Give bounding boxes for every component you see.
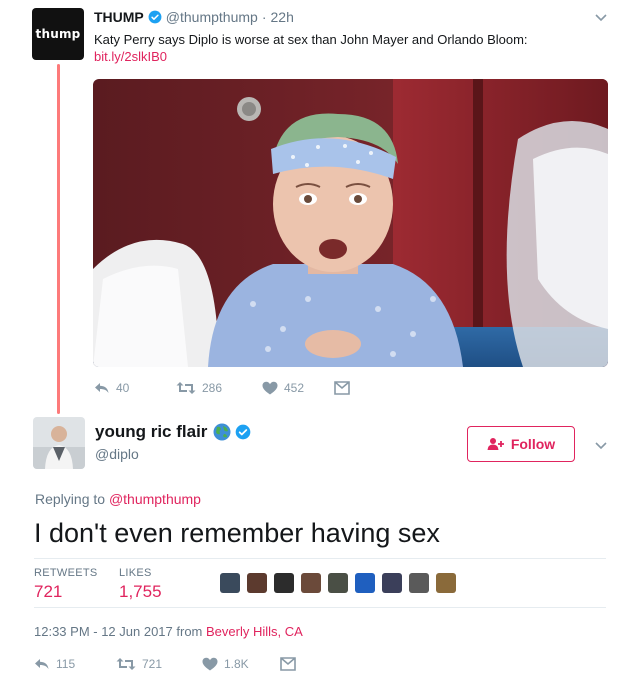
liker-avatar[interactable]	[301, 573, 321, 593]
replying-to-link[interactable]: @thumpthump	[109, 491, 201, 507]
liker-avatar[interactable]	[436, 573, 456, 593]
reply-count: 115	[56, 657, 76, 671]
chevron-down-icon[interactable]	[594, 438, 608, 452]
follow-label: Follow	[510, 436, 556, 452]
thread-connector-line	[57, 64, 60, 414]
liker-avatar[interactable]	[328, 573, 348, 593]
main-author-name[interactable]: young ric flair	[95, 422, 207, 442]
replying-to-line: Replying to @thumpthump	[35, 491, 201, 507]
retweet-count: 721	[142, 657, 163, 671]
avatar-photo	[33, 417, 85, 469]
reply-count: 40	[116, 381, 130, 395]
divider	[34, 558, 606, 559]
likes-label: LIKES	[119, 567, 152, 579]
liker-avatar[interactable]	[355, 573, 375, 593]
like-action[interactable]: 1.8K	[202, 657, 280, 671]
like-count: 452	[284, 381, 305, 395]
likers-avatars	[220, 573, 463, 593]
likes-value[interactable]: 1,755	[119, 582, 162, 602]
retweets-label: RETWEETS	[34, 567, 98, 579]
reply-action[interactable]: 115	[34, 657, 116, 671]
divider	[34, 607, 606, 608]
like-action[interactable]: 452	[262, 381, 334, 395]
liker-avatar[interactable]	[409, 573, 429, 593]
parent-tweet-link[interactable]: bit.ly/2slkIB0	[94, 49, 167, 64]
liker-avatar[interactable]	[274, 573, 294, 593]
follow-person-icon	[487, 438, 504, 450]
dot-separator: ·	[261, 9, 267, 25]
retweet-action[interactable]: 286	[176, 381, 262, 395]
parent-author-name[interactable]: THUMP	[94, 9, 144, 25]
direct-message-icon	[280, 657, 296, 671]
globe-emoji-icon	[213, 423, 231, 441]
retweets-value[interactable]: 721	[34, 582, 62, 602]
parent-author-handle[interactable]: @thumpthump	[166, 9, 258, 25]
reply-action[interactable]: 40	[94, 381, 176, 395]
replying-prefix: Replying to	[35, 491, 106, 507]
follow-button[interactable]: Follow	[467, 426, 575, 462]
chevron-down-icon[interactable]	[594, 10, 608, 24]
main-tweet-text: I don't even remember having sex	[34, 518, 440, 548]
main-author-handle[interactable]: @diplo	[95, 446, 139, 462]
ric-avatar[interactable]	[33, 417, 85, 469]
main-author-name-row: young ric flair	[95, 422, 255, 442]
parent-tweet-actions: 40 286 452	[94, 378, 356, 398]
parent-tweet-time[interactable]: 22h	[271, 9, 294, 25]
retweet-icon	[116, 658, 136, 670]
liker-avatar[interactable]	[382, 573, 402, 593]
avatar-logo-text: thump	[35, 27, 81, 41]
liker-avatar[interactable]	[220, 573, 240, 593]
direct-message-action[interactable]	[280, 657, 302, 671]
liker-avatar[interactable]	[247, 573, 267, 593]
verified-badge-icon	[148, 10, 162, 24]
direct-message-action[interactable]	[334, 381, 356, 395]
retweet-action[interactable]: 721	[116, 657, 202, 671]
retweet-count: 286	[202, 381, 223, 395]
reply-icon	[95, 383, 109, 393]
tweet-media-image[interactable]	[93, 79, 608, 367]
media-illustration	[93, 79, 608, 367]
like-count: 1.8K	[224, 657, 249, 671]
heart-icon	[202, 657, 218, 671]
main-tweet-actions: 115 721 1.8K	[34, 654, 302, 674]
parent-tweet-header: THUMP @thumpthump · 22h	[94, 9, 294, 25]
thump-avatar[interactable]: thump	[32, 8, 84, 60]
direct-message-icon	[334, 381, 350, 395]
tweet-timestamp[interactable]: 12:33 PM - 12 Jun 2017 from	[34, 624, 202, 639]
heart-icon	[262, 381, 278, 395]
retweet-icon	[176, 382, 196, 394]
parent-tweet-text: Katy Perry says Diplo is worse at sex th…	[94, 32, 528, 47]
verified-badge-icon	[236, 424, 251, 440]
reply-icon	[35, 659, 49, 669]
tweet-timestamp-line: 12:33 PM - 12 Jun 2017 from Beverly Hill…	[34, 624, 303, 639]
tweet-location-link[interactable]: Beverly Hills, CA	[206, 624, 303, 639]
